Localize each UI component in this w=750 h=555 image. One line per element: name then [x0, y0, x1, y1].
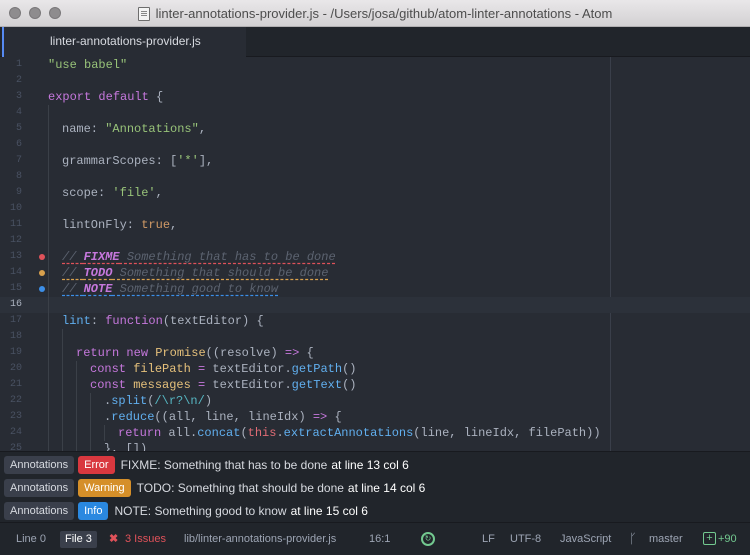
linter-message[interactable]: Annotations Info NOTE: Something good to…	[0, 499, 750, 522]
code-line: 19 return new Promise((resolve) => {	[0, 345, 750, 361]
code-line: 15// NOTE Something good to know	[0, 281, 750, 297]
cursor-position[interactable]: 16:1	[369, 523, 390, 555]
code-line: 20 const filePath = textEditor.getPath()	[0, 361, 750, 377]
message-source-badge: Annotations	[4, 455, 75, 474]
code-line: 25}, [])	[0, 441, 750, 451]
warning-marker-icon[interactable]	[39, 270, 45, 276]
file-path[interactable]: lib/linter-annotations-provider.js	[184, 523, 336, 555]
line-number: 20	[9, 363, 22, 374]
tab-label: linter-annotations-provider.js	[50, 34, 201, 48]
window-titlebar: linter-annotations-provider.js - /Users/…	[0, 0, 750, 27]
line-number: 11	[9, 219, 22, 230]
status-bar: Line 0 File 3 ✖ 3 Issues lib/linter-anno…	[0, 522, 750, 555]
line-number: 25	[9, 443, 22, 451]
line-number: 9	[15, 187, 22, 198]
grammar[interactable]: JavaScript	[560, 523, 611, 555]
line-number: 16	[9, 299, 22, 310]
git-branch-icon: ᚴ	[629, 531, 637, 546]
line-number: 1	[15, 59, 22, 70]
issues-count[interactable]: 3 Issues	[125, 523, 166, 555]
document-icon	[137, 6, 150, 21]
scope-file-tab[interactable]: File 3	[60, 531, 97, 548]
code-line: 12	[0, 233, 750, 249]
message-source-badge: Annotations	[4, 478, 75, 497]
line-number: 5	[15, 123, 22, 134]
code-line: 11 lintOnFly: true,	[0, 217, 750, 233]
code-line: 5 name: "Annotations",	[0, 121, 750, 137]
code-line: 22 .split(/\r?\n/)	[0, 393, 750, 409]
code-line: 17 lint: function(textEditor) {	[0, 313, 750, 329]
code-line: 7 grammarScopes: ['*'],	[0, 153, 750, 169]
message-location-link[interactable]: at line 15 col 6	[291, 504, 368, 518]
diff-count[interactable]: +90	[718, 523, 737, 555]
code-line: 23 .reduce((all, line, lineIdx) => {	[0, 409, 750, 425]
code-line: 6	[0, 137, 750, 153]
line-number: 17	[9, 315, 22, 326]
line-number: 15	[9, 283, 22, 294]
message-text: FIXME: Something that has to be done	[120, 457, 328, 472]
code-line: 21 const messages = textEditor.getText()	[0, 377, 750, 393]
line-number: 24	[9, 427, 22, 438]
severity-badge-error: Error	[78, 455, 115, 474]
line-number: 2	[15, 75, 22, 86]
message-source-badge: Annotations	[4, 501, 75, 520]
code-line: 9 scope: 'file',	[0, 185, 750, 201]
code-line: 13// FIXME Something that has to be done	[0, 249, 750, 265]
line-number: 19	[9, 347, 22, 358]
line-number: 7	[15, 155, 22, 166]
line-number: 3	[15, 91, 22, 102]
line-number: 4	[15, 107, 22, 118]
line-number: 13	[9, 251, 22, 262]
line-number: 18	[9, 331, 22, 342]
code-line: 10	[0, 201, 750, 217]
line-number: 10	[9, 203, 22, 214]
line-number: 21	[9, 379, 22, 390]
code-line: 18	[0, 329, 750, 345]
code-line: 2	[0, 73, 750, 89]
code-line: 8	[0, 169, 750, 185]
window-title: linter-annotations-provider.js - /Users/…	[155, 6, 613, 21]
line-ending[interactable]: LF	[482, 523, 495, 555]
diff-added-icon: +	[703, 532, 716, 545]
encoding[interactable]: UTF-8	[510, 523, 541, 555]
close-icon[interactable]: ✖	[109, 523, 118, 555]
linter-message[interactable]: Annotations Warning TODO: Something that…	[0, 476, 750, 499]
info-marker-icon[interactable]	[39, 286, 45, 292]
line-number: 6	[15, 139, 22, 150]
scope-line-tab[interactable]: Line 0	[11, 531, 51, 548]
linter-panel: Annotations Error FIXME: Something that …	[0, 451, 750, 522]
severity-badge-info: Info	[78, 501, 109, 520]
git-branch[interactable]: master	[649, 523, 683, 555]
line-number: 8	[15, 171, 22, 182]
line-number: 14	[9, 267, 22, 278]
code-line: 1 "use babel"	[0, 57, 750, 73]
tab-linter-annotations-provider[interactable]: linter-annotations-provider.js	[2, 27, 246, 57]
line-number: 12	[9, 235, 22, 246]
message-text: NOTE: Something good to know	[114, 503, 287, 518]
message-location-link[interactable]: at line 14 col 6	[348, 481, 425, 495]
text-editor[interactable]: 1 "use babel" 2 3 export default { 4 5 name…	[0, 57, 750, 451]
code-line: 14// TODO Something that should be done	[0, 265, 750, 281]
linter-message[interactable]: Annotations Error FIXME: Something that …	[0, 453, 750, 476]
sync-status-icon[interactable]: ↻	[421, 532, 435, 546]
code-line: 3 export default {	[0, 89, 750, 105]
message-location-link[interactable]: at line 13 col 6	[331, 458, 408, 472]
line-number: 23	[9, 411, 22, 422]
severity-badge-warning: Warning	[78, 478, 131, 497]
code-line: 4	[0, 105, 750, 121]
code-line-current: 16	[0, 297, 750, 313]
error-marker-icon[interactable]	[39, 254, 45, 260]
tab-bar: linter-annotations-provider.js	[0, 27, 750, 57]
code-line: 24 return all.concat(this.extractAnnotati…	[0, 425, 750, 441]
line-number: 22	[9, 395, 22, 406]
message-text: TODO: Something that should be done	[136, 480, 344, 495]
